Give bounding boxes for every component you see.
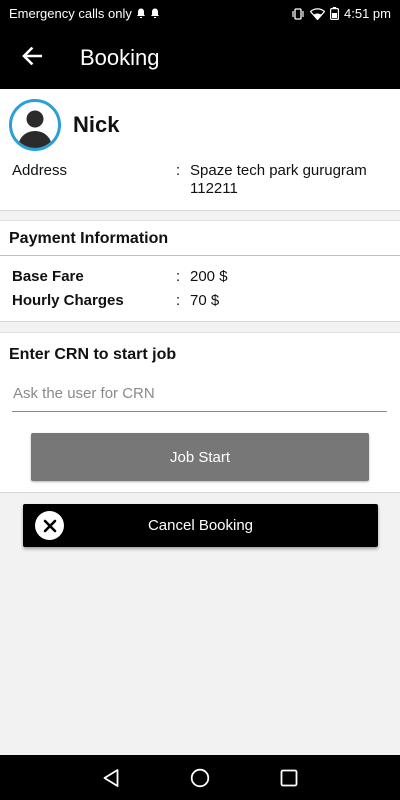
address-separator: : — [176, 162, 181, 179]
close-circle-icon — [35, 511, 64, 540]
square-recents-icon — [280, 769, 298, 787]
payment-section-title: Payment Information — [9, 230, 169, 247]
booking-screen: Emergency calls only 4:51 pm Booking Nic… — [0, 0, 400, 800]
hourly-charges-label: Hourly Charges — [12, 292, 124, 309]
cancel-booking-label: Cancel Booking — [147, 517, 254, 534]
page-title: Booking — [80, 45, 160, 70]
customer-name: Nick — [73, 112, 120, 137]
status-time: 4:51 pm — [344, 6, 391, 21]
wifi-icon — [310, 7, 326, 20]
status-bar: Emergency calls only 4:51 pm — [0, 0, 400, 27]
battery-icon — [330, 7, 340, 20]
hourly-charges-value: 70 $ — [190, 292, 220, 309]
arrow-left-icon — [22, 46, 43, 70]
system-nav-bar — [0, 755, 400, 800]
nav-back-button[interactable] — [98, 765, 124, 791]
back-button[interactable] — [0, 27, 64, 89]
base-fare-separator: : — [176, 268, 181, 285]
hourly-charges-separator: : — [176, 292, 181, 309]
notification-bell-icon-2 — [150, 8, 160, 19]
nav-home-button[interactable] — [187, 765, 213, 791]
job-start-button[interactable]: Job Start — [31, 433, 369, 481]
status-right: 4:51 pm — [291, 6, 391, 21]
base-fare-value: 200 $ — [190, 268, 228, 285]
vibrate-icon — [291, 7, 305, 20]
person-silhouette-icon — [18, 110, 52, 148]
app-bar: Booking — [0, 27, 400, 89]
address-value: Spaze tech park gurugram 112211 — [190, 162, 367, 197]
status-left: Emergency calls only — [9, 6, 160, 21]
avatar — [9, 99, 61, 151]
nav-recents-button[interactable] — [276, 765, 302, 791]
notification-bell-icon — [136, 8, 146, 19]
payment-divider — [0, 255, 400, 256]
cancel-booking-button[interactable]: Cancel Booking — [23, 504, 378, 547]
crn-input[interactable] — [12, 376, 387, 412]
base-fare-label: Base Fare — [12, 268, 84, 285]
circle-home-icon — [190, 768, 210, 788]
address-label: Address — [12, 162, 68, 179]
triangle-back-icon — [103, 769, 119, 787]
carrier-text: Emergency calls only — [9, 6, 132, 21]
crn-section-title: Enter CRN to start job — [9, 346, 177, 363]
